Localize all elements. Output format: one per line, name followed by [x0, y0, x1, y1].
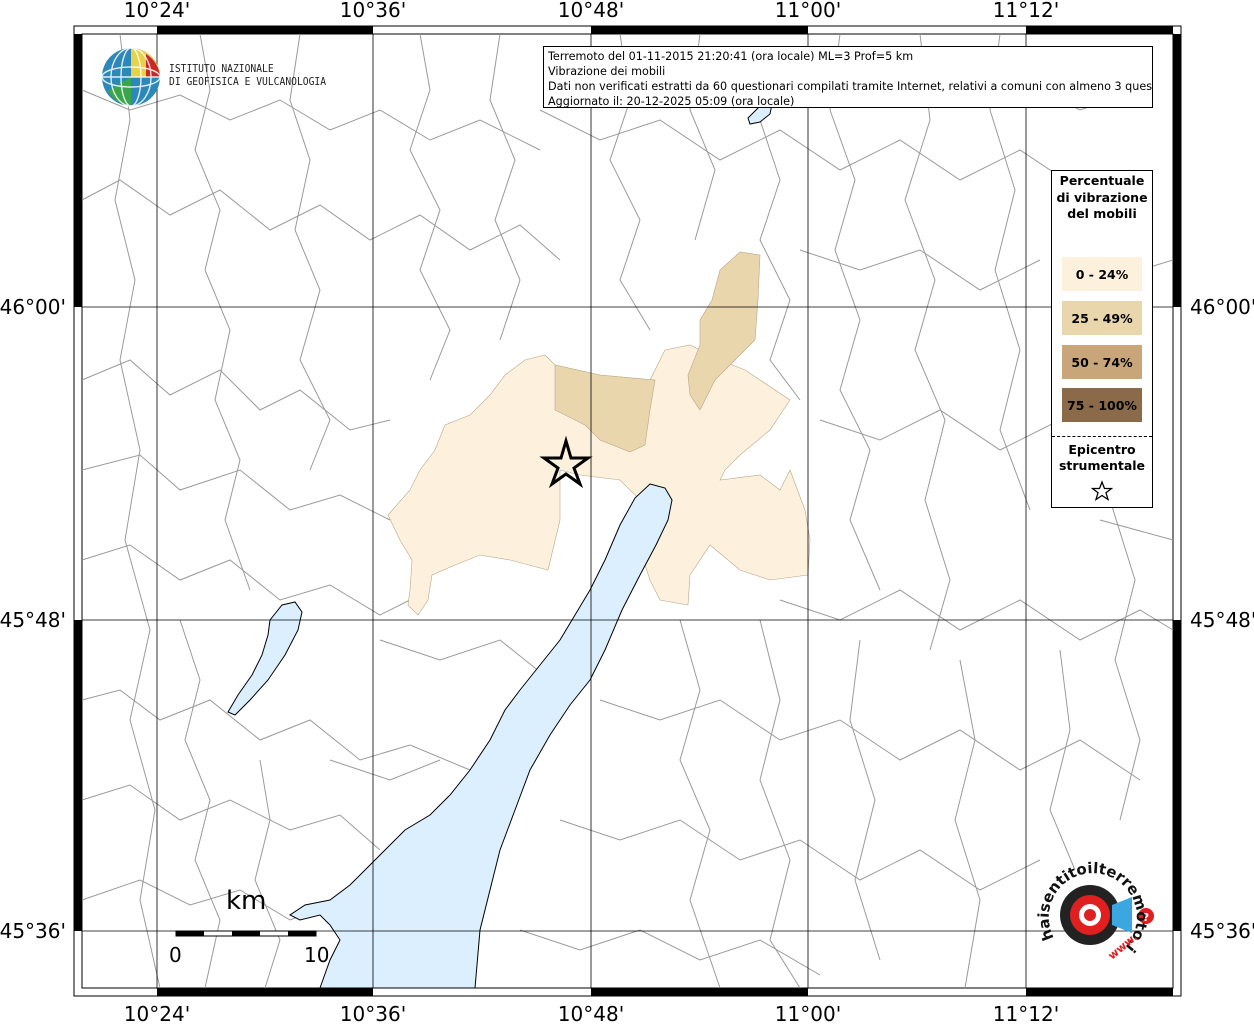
event-updated: Aggiornato il: 20-12-2025 05:09 (ora loc… — [548, 95, 795, 108]
lat-tick-right: 46°00' — [1190, 295, 1254, 319]
lat-tick-left: 45°36' — [0, 919, 66, 943]
legend-swatch-25-49: 25 - 49% — [1062, 301, 1142, 335]
legend-title: Percentuale di vibrazione del mobili — [1056, 173, 1148, 222]
longitude-ticks-top: 10°24' 10°36' 10°48' 11°00' 11°12' — [124, 0, 1059, 22]
lon-tick-bottom: 11°00' — [775, 1002, 841, 1024]
lat-tick-left: 45°48' — [0, 608, 66, 632]
lat-tick-left: 46°00' — [0, 295, 66, 319]
legend-epicenter-label: Epicentro strumentale — [1058, 442, 1146, 473]
ingv-institute-name: ISTITUTO NAZIONALE DI GEOFISICA E VULCAN… — [169, 63, 326, 89]
lon-tick-top: 10°48' — [558, 0, 624, 22]
scale-end: 10 — [304, 943, 330, 967]
ingv-line-1: ISTITUTO NAZIONALE — [169, 63, 274, 75]
scale-unit: km — [226, 886, 267, 916]
lon-tick-top: 11°12' — [993, 0, 1059, 22]
lon-tick-bottom: 10°24' — [124, 1002, 190, 1024]
scale-bar — [175, 930, 317, 937]
latitude-ticks-left: 46°00' 45°48' 45°36' — [0, 295, 66, 943]
lon-tick-bottom: 11°12' — [993, 1002, 1059, 1024]
event-data-note: Dati non verificati estratti da 60 quest… — [548, 80, 1153, 93]
map-canvas: 10°24' 10°36' 10°48' 11°00' 11°12' 10°24… — [0, 0, 1254, 1024]
scale-start: 0 — [169, 943, 182, 967]
ingv-globe-icon — [101, 47, 161, 107]
legend-divider — [1052, 436, 1152, 437]
legend-swatch-75-100: 75 - 100% — [1062, 388, 1142, 422]
event-parameter: Vibrazione dei mobili — [548, 65, 666, 78]
event-info-box: Terremoto del 01-11-2015 21:20:41 (ora l… — [543, 46, 1153, 108]
legend: Percentuale di vibrazione del mobili 0 -… — [1051, 170, 1153, 508]
lon-tick-top: 11°00' — [775, 0, 841, 22]
event-title: Terremoto del 01-11-2015 21:20:41 (ora l… — [548, 50, 914, 63]
lon-tick-top: 10°36' — [340, 0, 406, 22]
legend-star-icon — [1091, 480, 1113, 502]
legend-swatch-50-74: 50 - 74% — [1062, 345, 1142, 379]
lon-tick-top: 10°24' — [124, 0, 190, 22]
longitude-ticks-bottom: 10°24' 10°36' 10°48' 11°00' 11°12' — [124, 1002, 1059, 1024]
lat-tick-right: 45°36' — [1190, 919, 1254, 943]
lon-tick-bottom: 10°36' — [340, 1002, 406, 1024]
lat-tick-right: 45°48' — [1190, 608, 1254, 632]
lon-tick-bottom: 10°48' — [558, 1002, 624, 1024]
ingv-line-2: DI GEOFISICA E VULCANOLOGIA — [169, 76, 327, 88]
latitude-ticks-right: 46°00' 45°48' 45°36' — [1190, 295, 1254, 943]
legend-swatch-0-24: 0 - 24% — [1062, 257, 1142, 291]
